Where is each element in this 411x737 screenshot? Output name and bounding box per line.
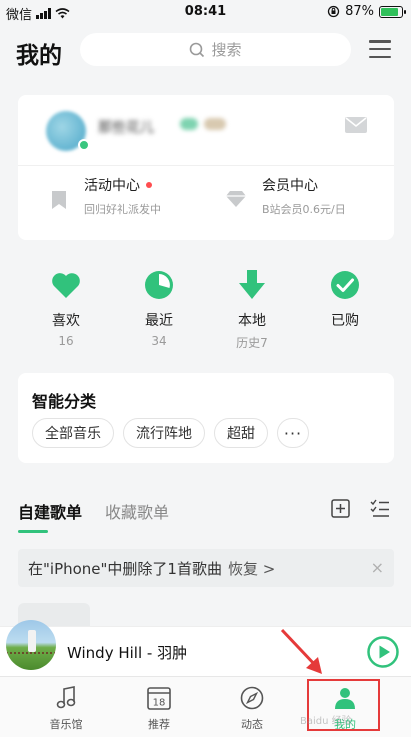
stat-count: 历史7 (236, 336, 268, 350)
page-title: 我的 (16, 43, 62, 69)
chip-all-music[interactable]: 全部音乐 (32, 418, 114, 448)
annotation-arrow (280, 628, 322, 674)
username[interactable]: 那些花儿 (98, 117, 154, 137)
search-bar[interactable]: 搜索 (80, 33, 351, 66)
manage-list-icon[interactable] (370, 499, 390, 518)
album-art[interactable] (6, 620, 56, 670)
vip-center[interactable]: 会员中心 B站会员0.6元/日 (262, 175, 346, 217)
purchased-stat[interactable]: 已购 (305, 270, 385, 334)
bookmark-icon (52, 191, 66, 209)
search-placeholder: 搜索 (211, 41, 242, 59)
clock-icon (145, 271, 173, 299)
level-badge-icon (204, 118, 226, 130)
smart-categories-title: 智能分类 (32, 392, 97, 411)
delete-notice: 在"iPhone"中删除了1首歌曲 恢复 > × (18, 549, 394, 587)
local-stat[interactable]: 本地 历史7 (212, 270, 292, 351)
stat-count: 16 (58, 334, 74, 348)
stat-count: 34 (151, 334, 167, 348)
undo-link[interactable]: 恢复 > (228, 558, 275, 579)
status-bar: 微信 08:41 87% (0, 0, 411, 24)
playlist-tabs: 自建歌单 收藏歌单 (18, 499, 394, 533)
music-note-icon (56, 686, 76, 709)
tab-label: 动态 (241, 718, 263, 731)
favorites-stat[interactable]: 喜欢 16 (26, 270, 106, 348)
notification-dot (146, 182, 152, 188)
calendar-day: 18 (153, 698, 166, 709)
compass-icon (240, 686, 264, 710)
play-icon[interactable] (367, 636, 399, 668)
chip-sweet[interactable]: 超甜 (214, 418, 268, 448)
smart-categories-card: 智能分类 全部音乐 流行阵地 超甜 ··· (18, 373, 394, 463)
close-icon[interactable]: × (371, 558, 384, 577)
profile-card[interactable]: 那些花儿 活动中心 回归好礼派发中 会员中心 B站会员0.6元/日 (18, 95, 394, 240)
tab-collected-playlists[interactable]: 收藏歌单 (105, 499, 169, 523)
tab-feed[interactable]: 动态 (212, 685, 292, 732)
tab-my-playlists[interactable]: 自建歌单 (18, 499, 82, 533)
recent-stat[interactable]: 最近 34 (119, 270, 199, 348)
activity-center-title: 活动中心 (84, 178, 140, 194)
vip-center-title: 会员中心 (262, 178, 318, 194)
download-icon (239, 270, 265, 299)
notice-text: 在"iPhone"中删除了1首歌曲 (28, 559, 222, 578)
check-icon (331, 271, 359, 299)
watermark: Baidu 经验 (300, 716, 352, 727)
battery-percent: 87% (345, 4, 374, 19)
online-badge (78, 139, 90, 151)
stat-label: 已购 (331, 313, 359, 329)
tab-label: 音乐馆 (49, 718, 83, 731)
vip-badges[interactable] (180, 118, 226, 130)
rotation-lock-icon (327, 5, 340, 18)
mini-player[interactable]: Windy Hill - 羽肿 (0, 620, 411, 676)
menu-icon[interactable] (369, 40, 391, 58)
add-playlist-icon[interactable] (331, 499, 350, 518)
activity-center[interactable]: 活动中心 回归好礼派发中 (84, 175, 161, 217)
battery-icon (379, 5, 406, 18)
chip-pop[interactable]: 流行阵地 (123, 418, 205, 448)
more-categories-button[interactable]: ··· (277, 418, 309, 448)
vip-center-subtitle: B站会员0.6元/日 (262, 203, 346, 216)
header: 我的 搜索 (0, 28, 411, 74)
now-playing-title[interactable]: Windy Hill - 羽肿 (67, 642, 187, 663)
search-icon (190, 42, 205, 57)
vip-diamond-icon (180, 118, 198, 130)
tab-recommend[interactable]: 18 推荐 (119, 685, 199, 732)
stat-label: 喜欢 (52, 313, 80, 329)
tab-label: 推荐 (148, 718, 170, 731)
stat-label: 本地 (238, 313, 266, 329)
mail-icon[interactable] (345, 117, 367, 133)
tab-music-hall[interactable]: 音乐馆 (26, 685, 106, 732)
stat-label: 最近 (145, 313, 173, 329)
divider (18, 165, 394, 166)
diamond-icon (226, 191, 246, 207)
activity-center-subtitle: 回归好礼派发中 (84, 203, 161, 216)
calendar-icon: 18 (147, 687, 171, 710)
heart-icon (52, 273, 80, 298)
